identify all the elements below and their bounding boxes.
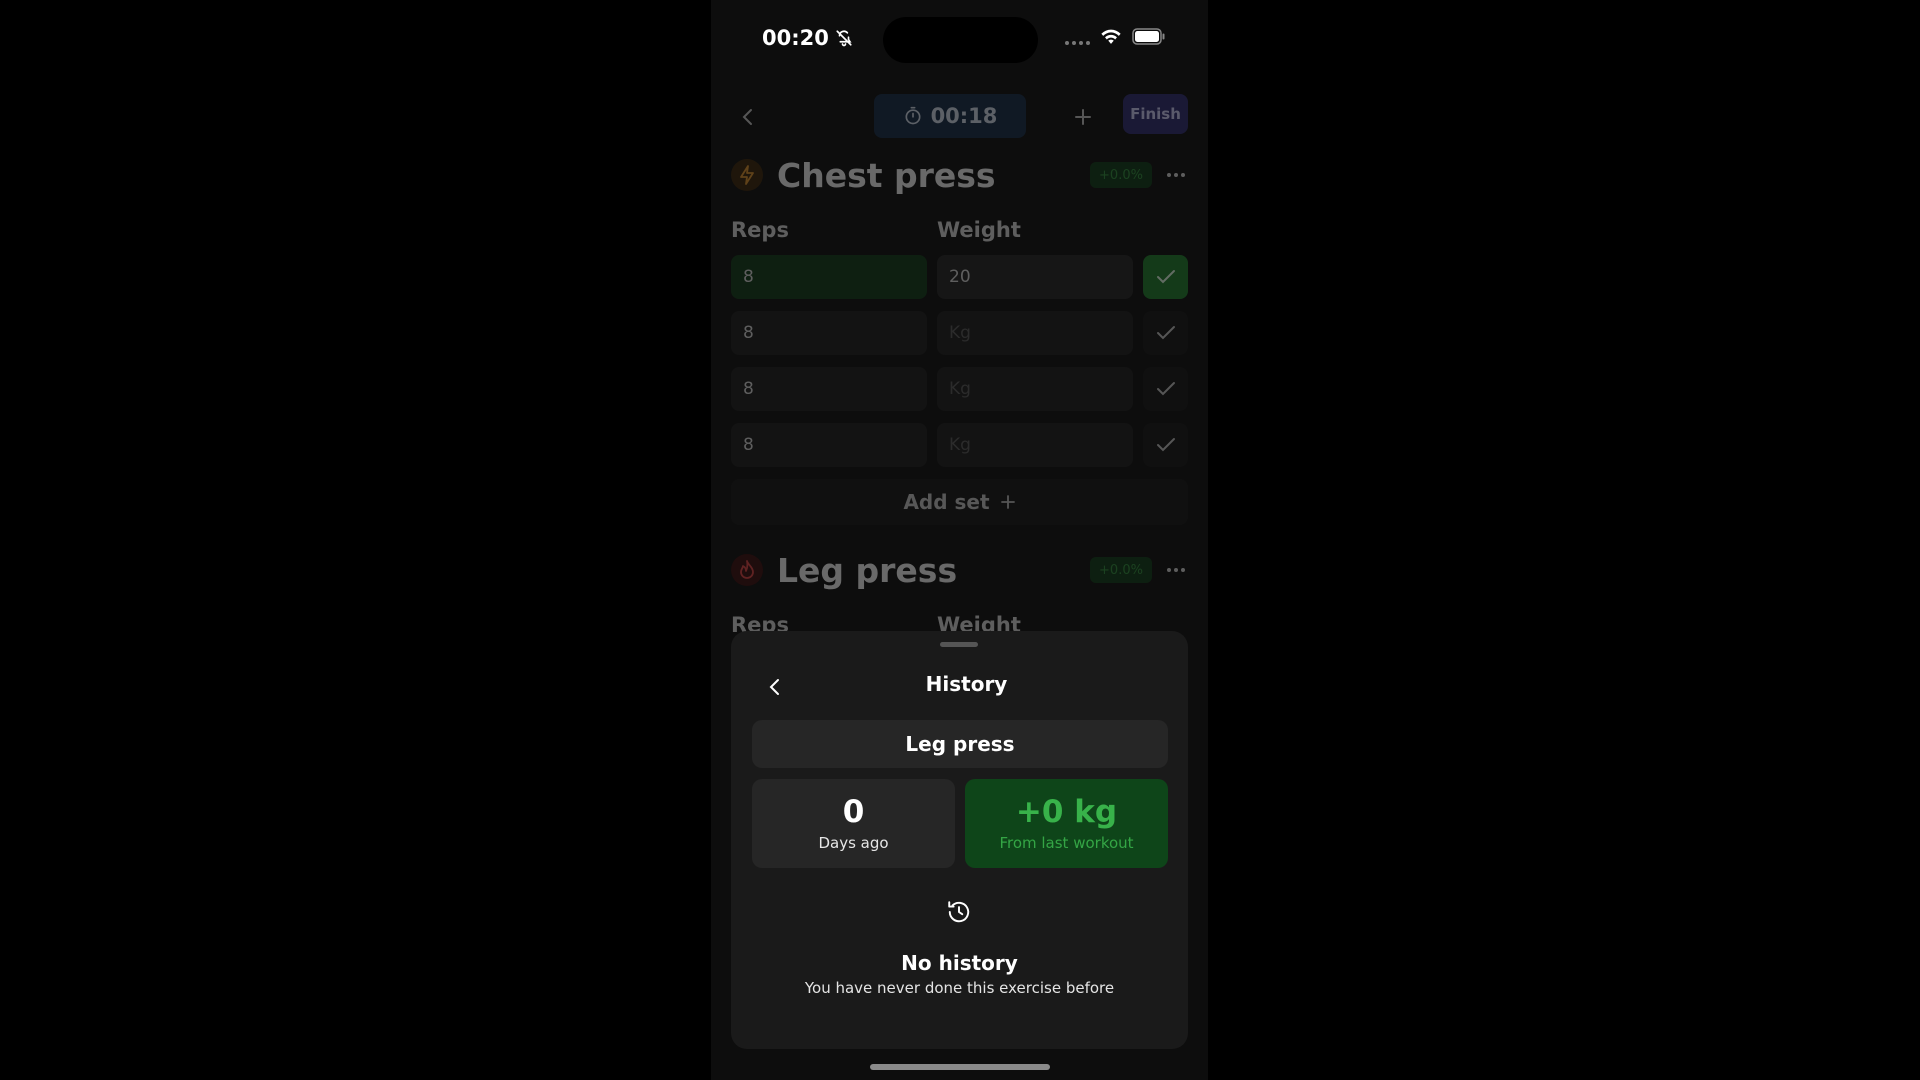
exercise-header: Leg press +0.0% <box>731 547 1188 593</box>
set-row: 8 20 <box>731 255 1188 299</box>
checkmark-icon <box>1156 270 1175 284</box>
checkmark-icon <box>1156 438 1175 452</box>
add-set-button[interactable]: Add set <box>731 479 1188 525</box>
stopwatch-icon <box>905 106 921 125</box>
history-sheet: History Leg press 0 Days ago +0 kg From … <box>731 631 1188 1049</box>
set-row: 8 Kg <box>731 423 1188 467</box>
weight-input[interactable]: Kg <box>937 367 1133 411</box>
complete-set-button[interactable] <box>1143 367 1188 411</box>
checkmark-icon <box>1156 326 1175 340</box>
reps-input[interactable]: 8 <box>731 255 927 299</box>
back-button[interactable] <box>733 102 763 132</box>
finish-button[interactable]: Finish <box>1123 94 1188 134</box>
weight-input[interactable]: 20 <box>937 255 1133 299</box>
progress-badge: +0.0% <box>1090 162 1152 188</box>
add-exercise-button[interactable] <box>1068 102 1098 132</box>
plus-icon <box>1000 495 1015 509</box>
complete-set-button[interactable] <box>1143 311 1188 355</box>
timer-text: 00:18 <box>930 104 998 128</box>
workout-timer[interactable]: 00:18 <box>874 94 1026 138</box>
phone-screen: 00:20 00:18 Finish Chest press +0.0% Rep… <box>711 0 1208 1080</box>
history-icon <box>948 901 970 923</box>
checkmark-icon <box>1156 382 1175 396</box>
weight-input[interactable]: Kg <box>937 311 1133 355</box>
home-indicator[interactable] <box>870 1064 1050 1070</box>
sheet-grabber[interactable] <box>940 642 978 647</box>
workout-topbar: 00:18 Finish <box>711 94 1208 138</box>
flame-icon <box>731 554 763 586</box>
days-ago-card: 0 Days ago <box>752 779 955 868</box>
set-row: 8 Kg <box>731 367 1188 411</box>
reps-input[interactable]: 8 <box>731 423 927 467</box>
more-button[interactable] <box>1164 559 1188 581</box>
add-set-label: Add set <box>903 490 990 514</box>
weight-change-value: +0 kg <box>1015 794 1118 831</box>
plus-icon <box>1075 109 1091 125</box>
days-ago-label: Days ago <box>818 833 889 852</box>
complete-set-button[interactable] <box>1143 255 1188 299</box>
exercise-name-box: Leg press <box>752 720 1168 768</box>
weight-input[interactable]: Kg <box>937 423 1133 467</box>
complete-set-button[interactable] <box>1143 423 1188 467</box>
exercise-title[interactable]: Leg press <box>777 551 957 590</box>
exercise-header: Chest press +0.0% <box>731 152 1188 198</box>
weight-change-card: +0 kg From last workout <box>965 779 1168 868</box>
empty-state-title: No history <box>901 951 1018 975</box>
empty-state-subtitle: You have never done this exercise before <box>804 979 1115 997</box>
lightning-icon <box>731 159 763 191</box>
progress-badge: +0.0% <box>1090 557 1152 583</box>
set-row: 8 Kg <box>731 311 1188 355</box>
reps-column-label: Reps <box>731 218 789 242</box>
reps-input[interactable]: 8 <box>731 311 927 355</box>
exercise-title[interactable]: Chest press <box>777 156 996 195</box>
weight-change-label: From last workout <box>999 833 1134 852</box>
weight-column-label: Weight <box>937 218 1021 242</box>
more-button[interactable] <box>1164 164 1188 186</box>
days-ago-value: 0 <box>842 794 865 831</box>
chevron-left-icon <box>742 109 752 125</box>
sheet-title: History <box>925 672 1008 696</box>
reps-input[interactable]: 8 <box>731 367 927 411</box>
